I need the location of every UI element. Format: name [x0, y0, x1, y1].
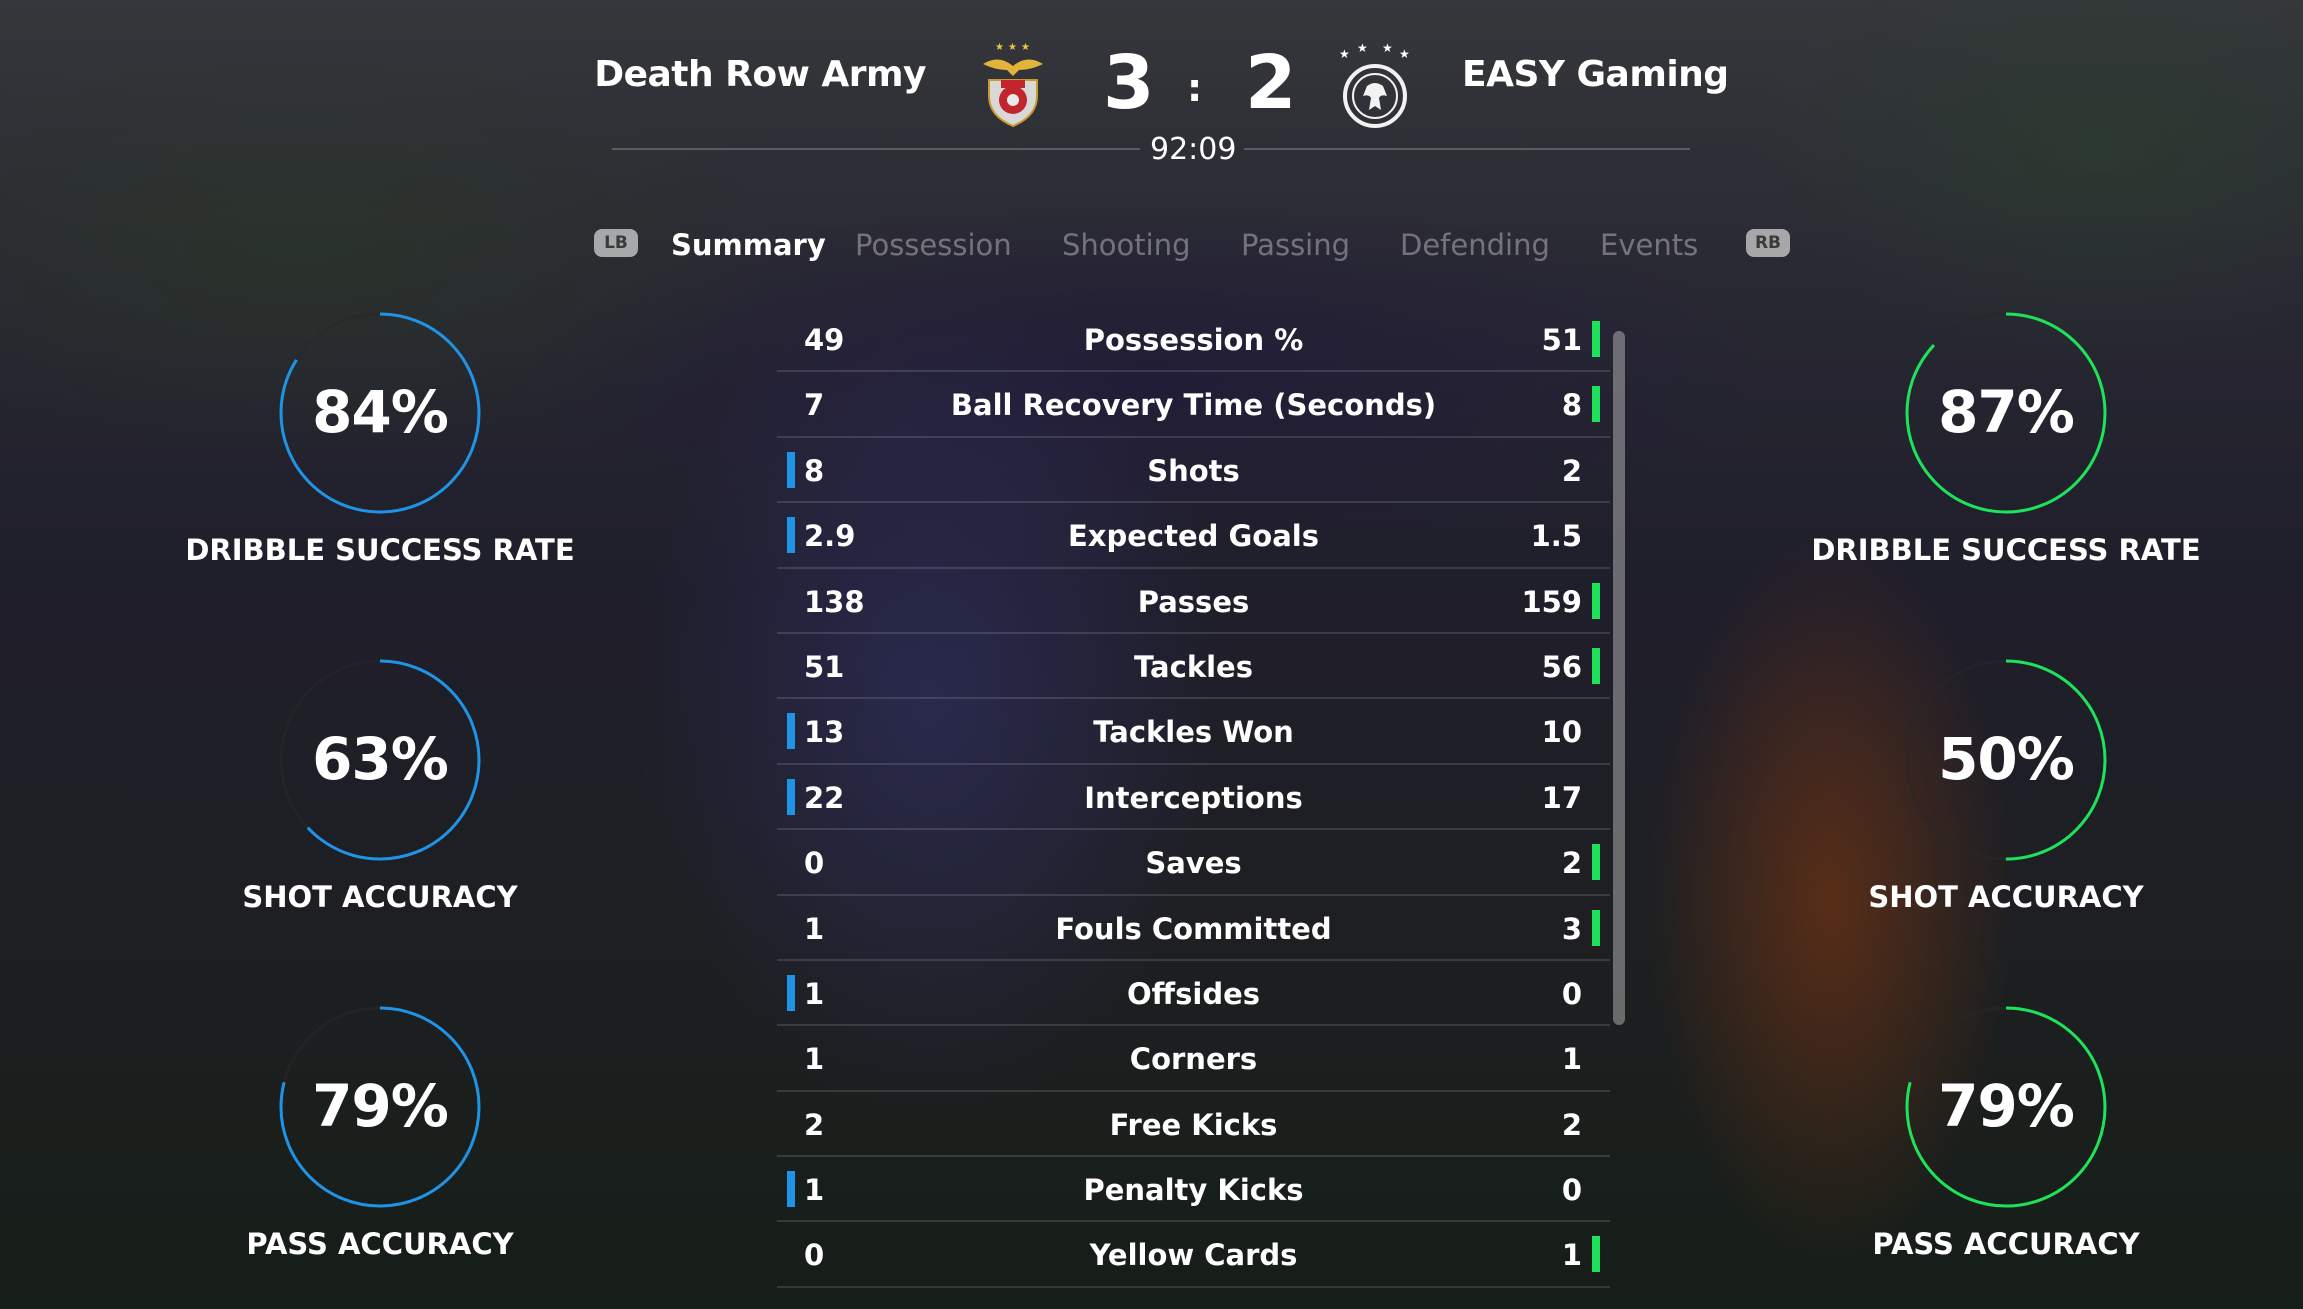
stat-away-value: 17: [1541, 780, 1582, 815]
svg-text:★: ★: [1339, 47, 1350, 61]
stat-away-value: 10: [1541, 715, 1582, 750]
header-divider-right: [1244, 148, 1690, 150]
stat-label: Offsides: [1126, 976, 1261, 1011]
tab-summary[interactable]: Summary: [671, 228, 826, 262]
stat-row: 51 Tackles 56: [777, 634, 1610, 700]
stat-away-value: 1: [1561, 1238, 1582, 1273]
stat-away-value: 3: [1561, 911, 1582, 946]
stat-away-value: 0: [1561, 1173, 1582, 1208]
stat-row: 1 Fouls Committed 3: [777, 896, 1610, 961]
stat-away-value: 2: [1561, 453, 1582, 488]
stat-label: Fouls Committed: [1055, 911, 1332, 946]
score-separator: :: [1187, 66, 1203, 110]
stat-row: 2.9 Expected Goals 1.5: [777, 503, 1610, 569]
stat-label: Shots: [1147, 453, 1240, 488]
tab-possession[interactable]: Possession: [855, 228, 1012, 262]
eagle-crest-icon: ★ ★ ★: [983, 42, 1043, 128]
stat-row: 7 Ball Recovery Time (Seconds) 8: [777, 372, 1610, 438]
stat-row: 1 Offsides 0: [777, 961, 1610, 1027]
stat-label: Interceptions: [1084, 780, 1303, 815]
tab-passing[interactable]: Passing: [1241, 228, 1350, 262]
stat-away-value: 1.5: [1530, 519, 1582, 554]
home-pass-accuracy-label: PASS ACCURACY: [246, 1227, 514, 1261]
match-clock: 92:09: [1150, 132, 1237, 167]
svg-text:★: ★: [995, 42, 1004, 53]
home-pass-accuracy-value: 79%: [312, 1072, 449, 1140]
svg-text:★: ★: [1021, 42, 1030, 53]
stat-row: 138 Passes 159: [777, 569, 1610, 634]
away-shot-accuracy-value: 50%: [1938, 725, 2075, 793]
away-pass-accuracy-label: PASS ACCURACY: [1872, 1227, 2140, 1261]
stat-row: 22 Interceptions 17: [777, 765, 1610, 831]
stat-away-value: 159: [1521, 584, 1582, 619]
header-divider-left: [612, 148, 1140, 150]
stat-row: 8 Shots 2: [777, 438, 1610, 504]
stat-label: Penalty Kicks: [1083, 1173, 1304, 1208]
home-shot-accuracy-value: 63%: [312, 725, 449, 793]
home-dribble-label: DRIBBLE SUCCESS RATE: [185, 533, 575, 567]
stat-row: 0 Yellow Cards 1: [777, 1222, 1610, 1288]
away-dribble-value: 87%: [1938, 378, 2075, 446]
away-score: 2: [1245, 40, 1297, 126]
stat-away-value: 1: [1561, 1042, 1582, 1077]
stats-scrollbar[interactable]: [1613, 331, 1625, 1025]
svg-text:★: ★: [1382, 41, 1393, 55]
stat-row: 1 Penalty Kicks 0: [777, 1157, 1610, 1223]
stat-label: Tackles: [1134, 649, 1253, 684]
away-team-name: EASY Gaming: [1462, 54, 1729, 95]
stat-label: Saves: [1145, 846, 1242, 881]
stat-away-value: 0: [1561, 976, 1582, 1011]
stat-row: 2 Free Kicks 2: [777, 1092, 1610, 1158]
stat-label: Ball Recovery Time (Seconds): [950, 388, 1437, 423]
stats-table: 49 Possession % 51 7 Ball Recovery Time (Sec…: [777, 307, 1610, 1288]
eagle-crest-with-stars-icon: ★ ★ ★ ★: [1339, 41, 1410, 128]
tab-shooting[interactable]: Shooting: [1062, 228, 1191, 262]
svg-text:★: ★: [1357, 41, 1368, 55]
stat-label: Expected Goals: [1067, 519, 1320, 554]
lb-bumper-button[interactable]: LB: [594, 229, 638, 257]
stat-row: 0 Saves 2: [777, 830, 1610, 896]
away-shot-accuracy-label: SHOT ACCURACY: [1868, 880, 2144, 914]
svg-text:★: ★: [1399, 47, 1410, 61]
home-shot-accuracy-label: SHOT ACCURACY: [242, 880, 518, 914]
stat-away-value: 2: [1561, 846, 1582, 881]
home-score: 3: [1103, 40, 1155, 126]
stat-label: Yellow Cards: [1089, 1238, 1298, 1273]
stat-away-value: 2: [1561, 1107, 1582, 1142]
stat-label: Passes: [1137, 584, 1250, 619]
stat-label: Possession %: [1083, 323, 1304, 357]
tab-defending[interactable]: Defending: [1400, 228, 1550, 262]
home-dribble-value: 84%: [312, 378, 449, 446]
stat-row: 49 Possession % 51: [777, 307, 1610, 373]
home-team-name: Death Row Army: [594, 54, 926, 95]
stat-away-value: 8: [1561, 388, 1582, 423]
away-pass-accuracy-value: 79%: [1938, 1072, 2075, 1140]
svg-text:★: ★: [1008, 42, 1017, 53]
stat-away-value: 56: [1541, 649, 1582, 684]
stat-row: 13 Tackles Won 10: [777, 699, 1610, 765]
away-dribble-label: DRIBBLE SUCCESS RATE: [1811, 533, 2201, 567]
stat-away-value: 51: [1541, 323, 1582, 357]
rb-bumper-button[interactable]: RB: [1746, 229, 1790, 257]
stat-label: Free Kicks: [1109, 1107, 1278, 1142]
stat-label: Corners: [1129, 1042, 1258, 1077]
stat-label: Tackles Won: [1093, 715, 1294, 750]
tab-events[interactable]: Events: [1600, 228, 1698, 262]
stat-row: 1 Corners 1: [777, 1026, 1610, 1092]
